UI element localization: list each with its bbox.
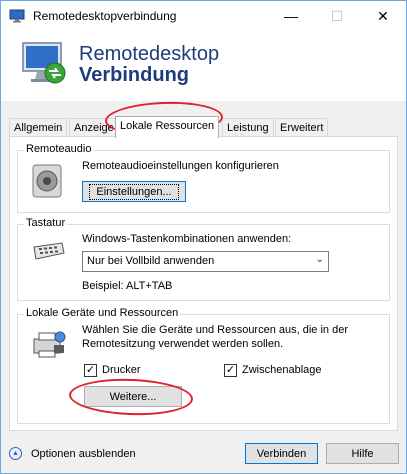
- tab-lokale-ressourcen[interactable]: Lokale Ressourcen: [115, 116, 220, 138]
- keyboard-combination-select[interactable]: Nur bei Vollbild anwenden ⌄: [82, 251, 329, 272]
- connect-button[interactable]: Verbinden: [245, 443, 318, 464]
- group-remoteaudio-legend: Remoteaudio: [24, 143, 94, 155]
- remote-desktop-app-icon: [9, 9, 25, 23]
- check-icon: ✓: [225, 364, 236, 376]
- chevron-down-icon: ⌄: [315, 254, 324, 265]
- more-devices-button[interactable]: Weitere...: [84, 386, 182, 407]
- group-remoteaudio: Remoteaudio Remoteaudioeinstellungen kon…: [17, 143, 390, 213]
- banner: Remotedesktop Verbindung: [1, 31, 406, 101]
- maximize-icon: ☐: [330, 7, 344, 24]
- devices-description-line2: Remotesitzung verwendet werden sollen.: [82, 338, 284, 350]
- audio-settings-button-label: Einstellungen...: [89, 183, 179, 200]
- minimize-button[interactable]: —: [268, 1, 314, 31]
- banner-title-line2: Verbindung: [79, 64, 189, 86]
- speaker-icon: [30, 163, 66, 202]
- group-lokale-geraete: Lokale Geräte und Ressourcen Wählen Sie …: [17, 307, 390, 424]
- close-icon: ✕: [377, 7, 389, 24]
- keyboard-select-value: Nur bei Vollbild anwenden: [87, 255, 215, 267]
- tab-anzeige[interactable]: Anzeige: [69, 118, 119, 137]
- rdp-window: Remotedesktopverbindung — ☐ ✕ Remotedesk…: [0, 0, 407, 474]
- tab-panel-lokale-ressourcen: Remoteaudio Remoteaudioeinstellungen kon…: [9, 136, 398, 431]
- keyboard-icon: [30, 239, 66, 266]
- clipboard-checkbox[interactable]: ✓: [224, 364, 237, 377]
- tab-allgemein[interactable]: Allgemein: [9, 118, 68, 137]
- help-button[interactable]: Hilfe: [326, 443, 399, 464]
- clipboard-label: Zwischenablage: [242, 364, 322, 376]
- window-title: Remotedesktopverbindung: [33, 9, 177, 23]
- printer-label: Drucker: [102, 364, 141, 376]
- title-bar: Remotedesktopverbindung — ☐ ✕: [1, 1, 406, 31]
- keyboard-description: Windows-Tastenkombinationen anwenden:: [82, 233, 292, 245]
- check-icon: ✓: [85, 364, 96, 376]
- devices-icon: [30, 327, 68, 364]
- group-lokale-geraete-legend: Lokale Geräte und Ressourcen: [24, 307, 181, 319]
- group-tastatur: Tastatur Windows-Tastenkombinationen anw…: [17, 217, 390, 301]
- devices-description-line1: Wählen Sie die Geräte und Ressourcen aus…: [82, 324, 348, 336]
- tab-leistung[interactable]: Leistung: [222, 118, 274, 137]
- maximize-button[interactable]: ☐: [314, 1, 360, 31]
- chevron-up-icon[interactable]: ▲: [9, 447, 22, 460]
- minimize-icon: —: [284, 8, 298, 24]
- remote-desktop-logo-icon: [19, 39, 71, 91]
- group-tastatur-legend: Tastatur: [24, 217, 68, 229]
- close-button[interactable]: ✕: [360, 1, 406, 31]
- printer-checkbox[interactable]: ✓: [84, 364, 97, 377]
- remoteaudio-description: Remoteaudioeinstellungen konfigurieren: [82, 160, 279, 172]
- audio-settings-button[interactable]: Einstellungen...: [82, 181, 186, 202]
- tab-erweitert[interactable]: Erweitert: [275, 118, 329, 137]
- hide-options-link[interactable]: Optionen ausblenden: [31, 448, 136, 460]
- banner-title-line1: Remotedesktop: [79, 43, 220, 65]
- keyboard-example: Beispiel: ALT+TAB: [82, 280, 173, 292]
